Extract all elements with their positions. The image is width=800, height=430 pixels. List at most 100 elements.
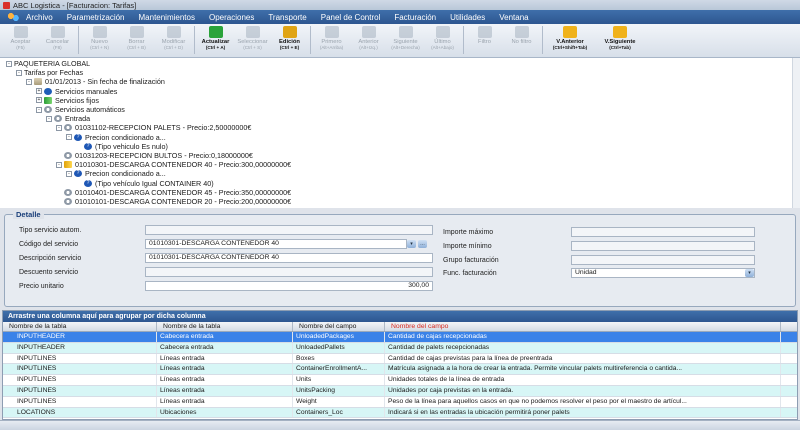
field-label-descripcion-servicio: Descripción servicio <box>19 253 81 263</box>
tree-scrollbar[interactable] <box>792 58 800 208</box>
field-importe-minimo[interactable] <box>571 241 755 251</box>
column-header-4[interactable]: Nombre del campo <box>385 322 781 331</box>
menu-parametrizacion[interactable]: Parametrización <box>60 13 132 22</box>
expand-icon[interactable]: + <box>36 88 42 95</box>
tree-node[interactable]: - 01010301-DESCARGA CONTENEDOR 40 - Preci… <box>56 160 291 169</box>
field-codigo-del-servicio[interactable]: 01010301-DESCARGA CONTENEDOR 40 <box>145 239 407 249</box>
toolbar-separator <box>310 26 311 54</box>
toolbar-shortcut: (Alt+Derecha) <box>391 45 420 50</box>
toolbar-edicion-button[interactable]: Edición (Ctrl + E) <box>271 24 308 57</box>
group-by-bar[interactable]: Arrastre una columna aquí para agrupar p… <box>3 311 797 322</box>
table-cell: Cabecera entrada <box>157 332 293 342</box>
table-cell: Líneas entrada <box>157 385 293 396</box>
table-row[interactable]: INPUTLINES Líneas entrada Boxes Cantidad de… <box>3 353 797 365</box>
tree-node[interactable]: 01010401-DESCARGA CONTENEDOR 45 - Precio… <box>56 188 291 197</box>
toolbar-cancelar-button[interactable]: Cancelar (F8) <box>39 24 76 57</box>
field-descripcion-servicio[interactable]: 01010301-DESCARGA CONTENEDOR 40 <box>145 253 433 263</box>
lookup-button[interactable]: ▾ <box>407 240 416 248</box>
refresh-icon <box>208 26 223 38</box>
tree-node[interactable]: - 01031102-RECEPCION PALETS - Precio:2,50… <box>56 123 251 132</box>
toolbar-shortcut: (F5) <box>16 45 25 50</box>
tree-node[interactable]: - 01/01/2013 - Sin fecha de finalización <box>26 77 165 86</box>
toolbar-anterior-button[interactable]: Anterior (Alt+Izq.) <box>350 24 387 57</box>
field-grupo-facturacion[interactable] <box>571 255 755 265</box>
toolbar-seleccionar-button[interactable]: Seleccionar (Ctrl + S) <box>234 24 271 57</box>
table-row[interactable]: INPUTLINES Líneas entrada Weight Peso de la… <box>3 396 797 408</box>
clear-button[interactable]: … <box>418 240 427 248</box>
toolbar-no-filtro-button[interactable]: No filtro <box>503 24 540 57</box>
field-descuento-servicio[interactable] <box>145 267 433 277</box>
tree-node[interactable]: - Entrada <box>46 114 90 123</box>
table-row[interactable]: LOCATIONS Ubicaciones Containers_Loc Indica… <box>3 407 797 419</box>
collapse-icon[interactable]: - <box>16 69 22 76</box>
toolbar-v-anterior-button[interactable]: V.Anterior (Ctrl+Shift+Tab) <box>545 24 595 57</box>
collapse-icon[interactable]: - <box>46 115 52 122</box>
column-header-1[interactable]: Nombre de la tabla <box>3 322 157 331</box>
tree-node[interactable]: -? Precion condicionado a... <box>66 133 166 142</box>
table-cell: Cantidad de palets recepcionadas <box>385 342 781 353</box>
field-importe-maximo[interactable] <box>571 227 755 237</box>
column-header-2[interactable]: Nombre de la tabla <box>157 322 293 331</box>
tree-node[interactable]: - Tarifas por Fechas <box>16 68 83 77</box>
tree-node[interactable]: - PAQUETERIA GLOBAL <box>6 59 90 68</box>
tree-node[interactable]: -? Precion condicionado a... <box>66 169 166 178</box>
next-icon <box>398 26 413 38</box>
toolbar-filtro-button[interactable]: Filtro <box>466 24 503 57</box>
gear-node-icon <box>64 124 72 132</box>
tree-node[interactable]: + Servicios manuales <box>36 87 117 96</box>
tree-node[interactable]: + Servicios fijos <box>36 96 99 105</box>
tree-node[interactable]: 01010101-DESCARGA CONTENEDOR 20 - Precio… <box>56 197 291 206</box>
toolbar-ultimo-button[interactable]: Último (Alt+Abajo) <box>424 24 461 57</box>
question-icon: ? <box>74 170 82 178</box>
last-icon <box>435 26 450 38</box>
app-logo-icon[interactable] <box>6 12 20 22</box>
field-func-facturacion[interactable]: Unidad <box>571 268 755 278</box>
tree-node[interactable]: ? (Tipo vehiculo Es nulo) <box>76 142 168 151</box>
tree-node-label: 01031203-RECEPCION BULTOS - Precio:0,180… <box>75 151 253 160</box>
tree-node-label: Servicios fijos <box>55 95 99 105</box>
menu-transporte[interactable]: Transporte <box>261 13 313 22</box>
collapse-icon[interactable]: - <box>66 134 72 141</box>
collapse-icon[interactable]: - <box>56 124 62 131</box>
menu-utilidades[interactable]: Utilidades <box>443 13 492 22</box>
chevron-down-icon[interactable]: ▾ <box>745 269 754 277</box>
field-tipo-servicio-autom[interactable] <box>145 225 433 235</box>
column-header-3[interactable]: Nombre del campo <box>293 322 385 331</box>
tree-node[interactable]: 01031203-RECEPCION BULTOS - Precio:0,180… <box>56 151 253 160</box>
expand-icon[interactable]: + <box>36 97 42 104</box>
question-icon: ? <box>84 142 92 150</box>
toolbar-borrar-button[interactable]: Borrar (Ctrl + B) <box>118 24 155 57</box>
collapse-icon[interactable]: - <box>36 106 42 113</box>
table-row[interactable]: INPUTHEADER Cabecera entrada UnloadedPalle… <box>3 342 797 354</box>
toolbar-primero-button[interactable]: Primero (Alt+Arriba) <box>313 24 350 57</box>
tree-node-label: Tarifas por Fechas <box>24 68 84 78</box>
toolbar-aceptar-button[interactable]: Aceptar (F5) <box>2 24 39 57</box>
collapse-icon[interactable]: - <box>26 78 32 85</box>
table-row[interactable]: INPUTLINES Líneas entrada Units Unidades to… <box>3 375 797 386</box>
collapse-icon[interactable]: - <box>56 161 62 168</box>
table-row[interactable]: INPUTHEADER Cabecera entrada UnloadedPacka… <box>3 332 797 343</box>
toolbar-modificar-button[interactable]: Modificar (Ctrl + D) <box>155 24 192 57</box>
table-row[interactable]: INPUTLINES Líneas entrada UnitsPacking Unid… <box>3 385 797 397</box>
collapse-icon[interactable]: - <box>66 170 72 177</box>
field-precio-unitario[interactable]: 300,00 <box>145 281 433 291</box>
tree-node-label: (Tipo vehiculo Es nulo) <box>95 141 168 151</box>
toolbar-actualizar-button[interactable]: Actualizar (Ctrl + A) <box>197 24 234 57</box>
menu-panel-de-control[interactable]: Panel de Control <box>314 13 388 22</box>
toolbar-nuevo-button[interactable]: Nuevo (Ctrl + N) <box>81 24 118 57</box>
menu-ventana[interactable]: Ventana <box>492 13 535 22</box>
toolbar-v-siguiente-button[interactable]: V.Siguiente (Ctrl+Tab) <box>595 24 645 57</box>
table-row[interactable]: INPUTLINES Líneas entrada ContainerEnrollm… <box>3 364 797 376</box>
menu-facturacion[interactable]: Facturación <box>387 13 443 22</box>
question-icon: ? <box>84 179 92 187</box>
menu-archivo[interactable]: Archivo <box>24 13 60 22</box>
collapse-icon[interactable]: - <box>6 60 12 67</box>
toolbar-shortcut: (Ctrl+Tab) <box>609 45 631 50</box>
new-icon <box>92 26 107 38</box>
tree-node[interactable]: - Servicios automáticos <box>36 105 125 114</box>
tree-node[interactable]: ? (Tipo vehículo Igual CONTAINER 40) <box>76 179 214 188</box>
toolbar-siguiente-button[interactable]: Siguiente (Alt+Derecha) <box>387 24 424 57</box>
field-label: Func. facturación <box>443 269 497 277</box>
menu-operaciones[interactable]: Operaciones <box>202 13 261 22</box>
menu-mantenimientos[interactable]: Mantenimientos <box>132 13 202 22</box>
